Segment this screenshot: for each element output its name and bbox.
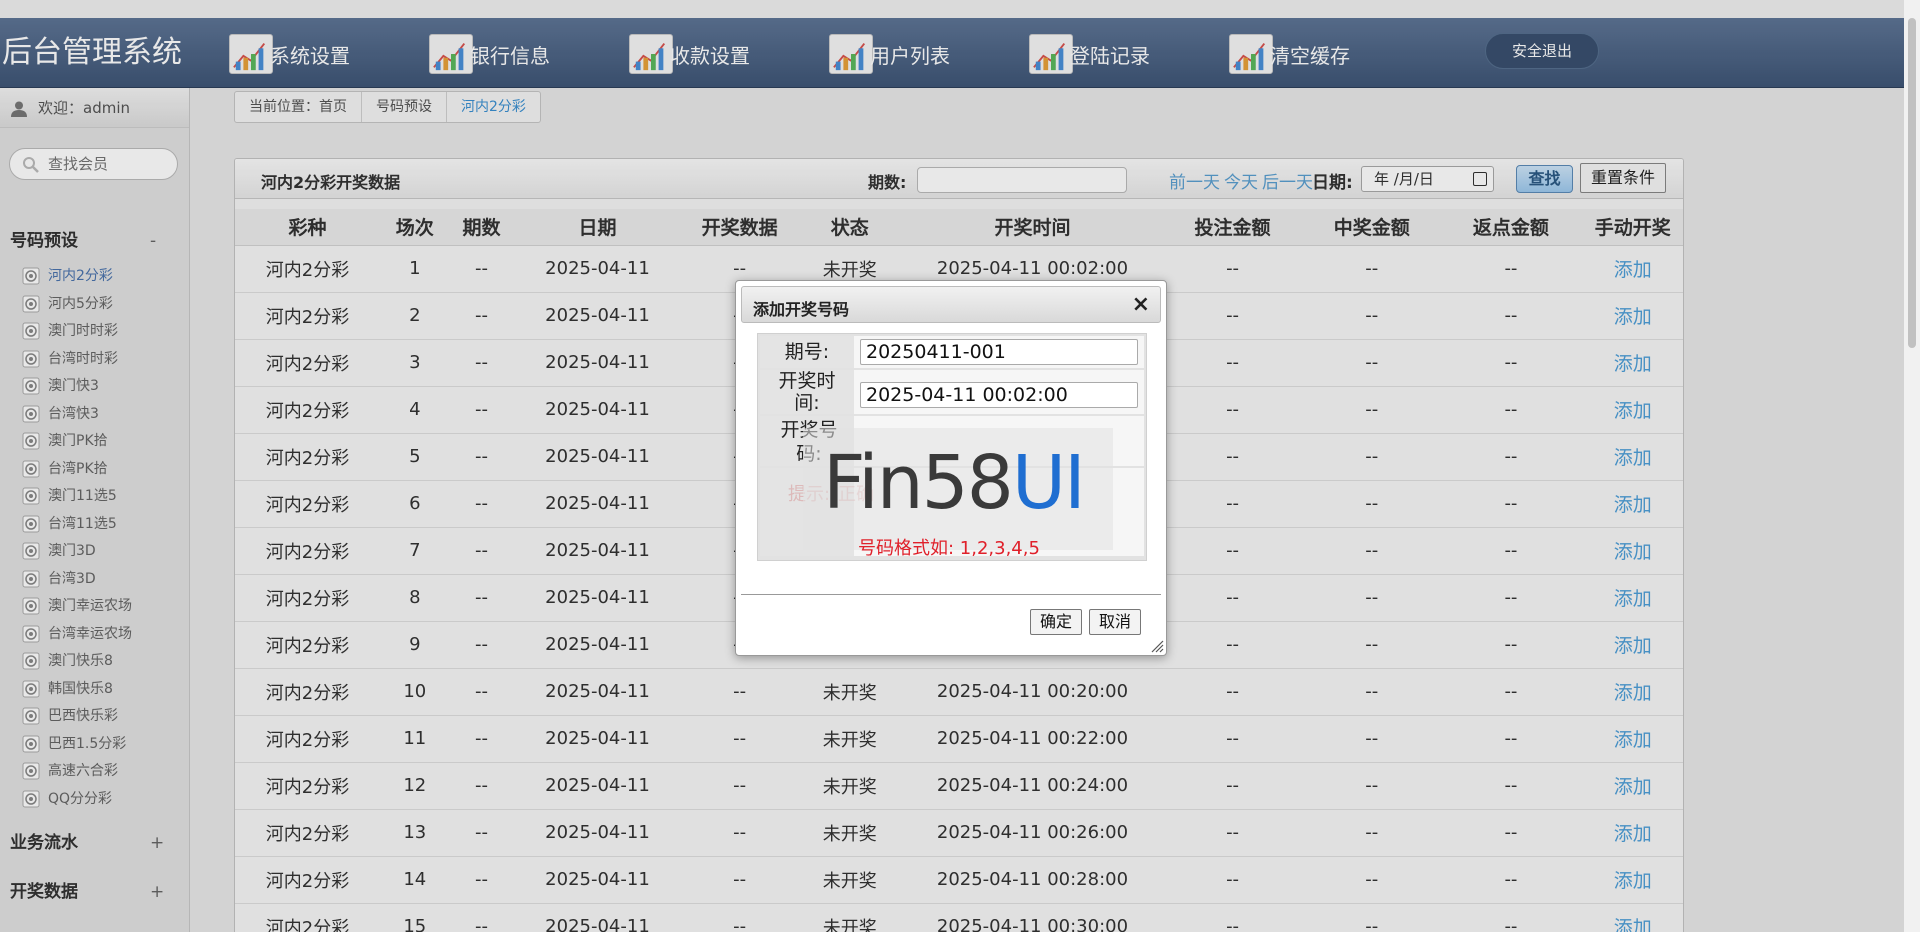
scroll-thumb[interactable] [1908,18,1916,348]
watermark-logo: Fin58UI [823,440,1086,526]
period-input[interactable] [860,339,1138,365]
watermark-accent: UI [1011,440,1086,526]
dialog-divider [741,594,1161,595]
time-input[interactable] [860,382,1138,408]
add-draw-number-dialog: 添加开奖号码 × 期号: 开奖时间: 开奖号码: 提示: 正确 Fin58UI … [735,280,1167,656]
close-icon[interactable]: × [1132,292,1150,317]
dialog-title: 添加开奖号码 [753,300,850,319]
dialog-header: 添加开奖号码 × [741,286,1161,323]
time-row: 开奖时间: [760,370,1144,414]
watermark: Fin58UI [803,428,1113,550]
period-label: 期号: [760,336,854,368]
period-row: 期号: [760,336,1144,368]
watermark-main: Fin58 [823,440,1014,526]
format-hint: 号码格式如: 1,2,3,4,5 [858,538,1040,559]
dialog-form: 期号: 开奖时间: 开奖号码: 提示: 正确 Fin58UI 号码格式如: 1,… [757,333,1147,561]
confirm-button[interactable]: 确定 [1030,609,1082,635]
time-label: 开奖时间: [760,370,854,414]
resize-grip-icon[interactable] [1150,639,1164,653]
page-scrollbar[interactable] [1904,0,1920,932]
cancel-button[interactable]: 取消 [1089,609,1141,635]
